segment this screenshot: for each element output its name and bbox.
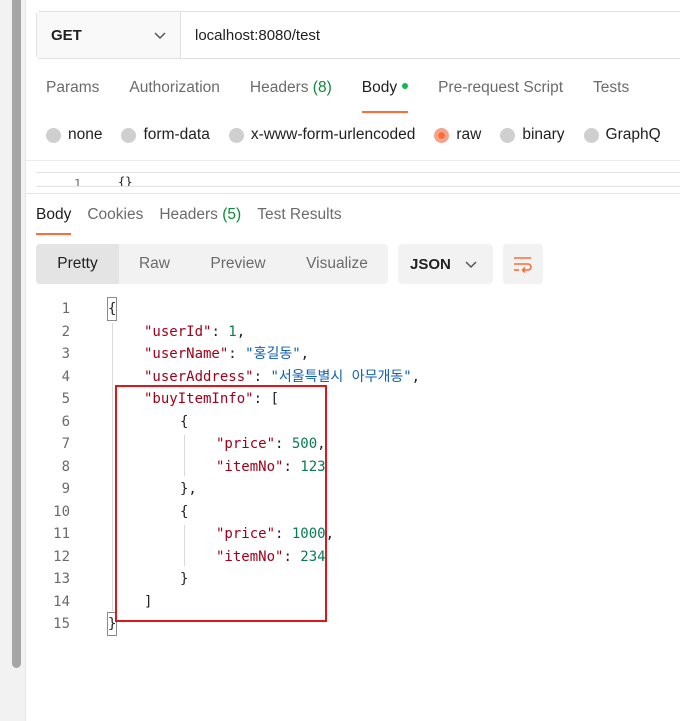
url-input[interactable]: localhost:8080/test xyxy=(181,12,320,58)
request-tabs: Params Authorization Headers (8) Body Pr… xyxy=(46,79,659,113)
body-type-urlencoded[interactable]: x-www-form-urlencoded xyxy=(228,126,416,144)
response-tabs: Body Cookies Headers (5) Test Results xyxy=(36,206,358,235)
line-number: 9 xyxy=(61,481,70,497)
tab-label: Headers xyxy=(249,79,309,96)
tab-label: Params xyxy=(46,79,100,96)
radio-icon xyxy=(228,127,244,143)
format-select[interactable]: JSON xyxy=(398,244,493,284)
radio-label: x-www-form-urlencoded xyxy=(250,126,416,143)
tab-label: Cookies xyxy=(87,206,144,223)
json-value: "서울특별시 아무개동" xyxy=(270,368,412,385)
request-body-text: {} xyxy=(118,175,133,187)
json-key: "userAddress" xyxy=(144,368,254,385)
radio-label: binary xyxy=(522,126,565,143)
body-type-graphql[interactable]: GraphQ xyxy=(583,126,661,144)
view-preview-button[interactable]: Preview xyxy=(190,244,286,284)
resize-divider[interactable] xyxy=(26,193,680,194)
chevron-down-icon xyxy=(154,32,166,40)
tab-tests[interactable]: Tests xyxy=(593,79,629,101)
method-select[interactable]: GET xyxy=(37,12,181,58)
tab-label: Authorization xyxy=(129,79,220,96)
line-number: 4 xyxy=(61,368,70,385)
json-key: "userName" xyxy=(144,346,229,362)
response-tab-headers[interactable]: Headers (5) xyxy=(159,206,241,224)
line-number: 7 xyxy=(61,436,70,452)
tab-headers[interactable]: Headers (8) xyxy=(250,79,332,101)
line-number: 11 xyxy=(53,526,70,542)
line-number: 1 xyxy=(74,177,82,187)
modified-dot-icon xyxy=(402,82,409,89)
tab-count: (5) xyxy=(222,206,242,223)
line-number: 8 xyxy=(61,458,70,475)
line-number: 5 xyxy=(61,391,70,407)
tab-params[interactable]: Params xyxy=(46,79,99,101)
url-bar: GET localhost:8080/test xyxy=(36,11,680,59)
tab-label: Headers xyxy=(159,206,218,223)
radio-icon xyxy=(500,127,516,143)
json-bracket: { xyxy=(106,297,118,321)
json-key: "userId" xyxy=(144,323,212,340)
line-number: 6 xyxy=(61,413,70,430)
response-tab-cookies[interactable]: Cookies xyxy=(87,206,143,224)
tab-authorization[interactable]: Authorization xyxy=(129,79,219,101)
line-number: 3 xyxy=(61,346,70,362)
line-number: 14 xyxy=(53,593,70,610)
radio-label: raw xyxy=(456,126,482,143)
line-number: 1 xyxy=(61,301,70,317)
line-number: 10 xyxy=(53,503,70,520)
tab-label: Body xyxy=(36,206,72,223)
annotation-highlight-box xyxy=(115,385,327,622)
line-number: 2 xyxy=(61,323,70,340)
code-text: "userName": "홍길동", xyxy=(144,346,310,362)
response-tab-test-results[interactable]: Test Results xyxy=(257,206,341,224)
view-pretty-button[interactable]: Pretty xyxy=(36,244,119,284)
indent-guide xyxy=(112,322,113,611)
tab-body[interactable]: Body xyxy=(361,79,409,113)
tab-label: Body xyxy=(361,79,398,96)
json-value: 1 xyxy=(228,323,237,340)
view-visualize-button[interactable]: Visualize xyxy=(286,244,388,284)
radio-label: GraphQ xyxy=(605,126,661,143)
tab-label: Test Results xyxy=(257,206,342,223)
body-type-binary[interactable]: binary xyxy=(500,126,565,144)
request-body-editor[interactable]: 1 {} xyxy=(36,172,680,187)
tab-count: (8) xyxy=(312,79,332,96)
method-label: GET xyxy=(51,26,82,44)
body-type-none[interactable]: none xyxy=(46,126,102,144)
format-label: JSON xyxy=(410,255,451,273)
radio-selected-icon xyxy=(434,127,450,143)
tab-label: Pre-request Script xyxy=(438,79,564,96)
radio-icon xyxy=(46,127,61,143)
tab-label: Tests xyxy=(593,79,630,96)
code-text: { xyxy=(106,297,118,321)
wrap-lines-button[interactable] xyxy=(503,244,543,284)
wrap-lines-icon xyxy=(514,257,532,273)
line-number: 12 xyxy=(53,548,70,565)
body-type-raw[interactable]: raw xyxy=(434,126,481,144)
body-type-options: none form-data x-www-form-urlencoded raw… xyxy=(46,126,680,144)
scrollbar[interactable] xyxy=(12,0,21,668)
left-panel-edge xyxy=(0,0,26,721)
line-number: 13 xyxy=(53,571,70,587)
chevron-down-icon xyxy=(465,261,477,269)
json-value: "홍길동" xyxy=(245,346,301,362)
code-text: "userId": 1, xyxy=(144,323,246,340)
radio-label: none xyxy=(68,126,103,143)
response-tab-body[interactable]: Body xyxy=(36,206,72,235)
line-number: 15 xyxy=(53,616,70,632)
body-type-form-data[interactable]: form-data xyxy=(121,126,210,144)
view-mode-group: Pretty Raw Preview Visualize xyxy=(36,244,388,284)
view-raw-button[interactable]: Raw xyxy=(119,244,190,284)
tab-pre-request-script[interactable]: Pre-request Script xyxy=(438,79,563,101)
radio-icon xyxy=(583,127,599,143)
radio-icon xyxy=(121,127,137,143)
radio-label: form-data xyxy=(143,126,210,143)
divider xyxy=(26,160,680,161)
